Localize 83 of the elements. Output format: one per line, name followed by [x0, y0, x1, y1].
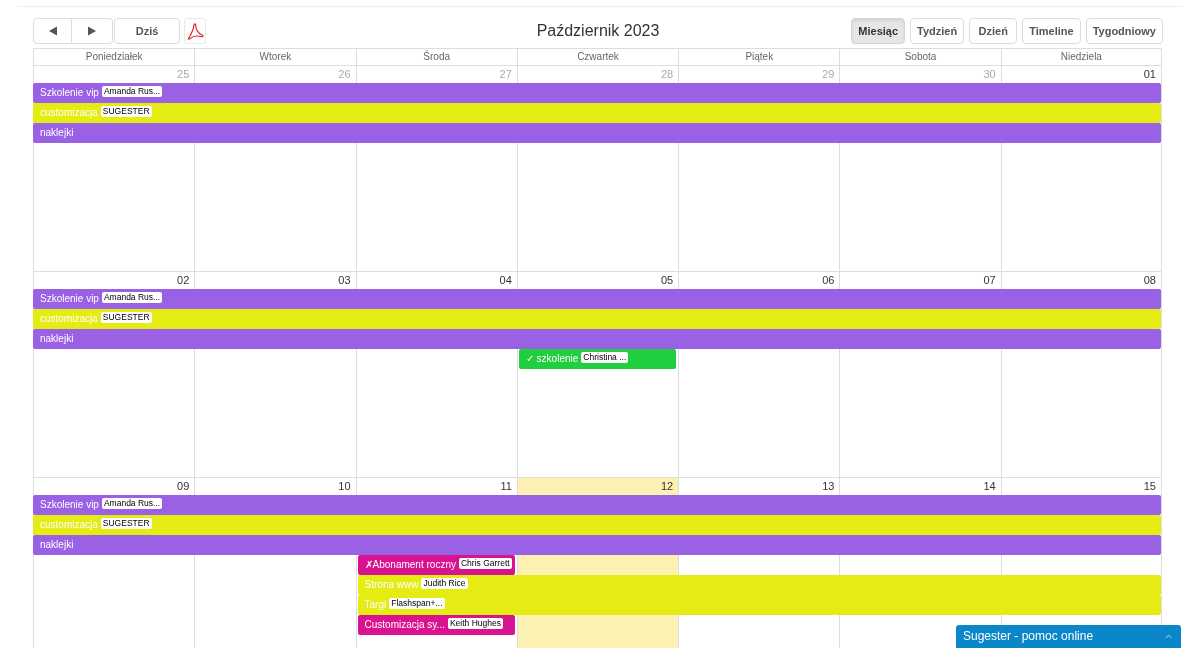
event-tag: SUGESTER — [100, 312, 152, 323]
event-bar[interactable]: customizacja SUGESTER — [33, 309, 1161, 329]
event-title: naklejki — [40, 126, 74, 139]
event-title: Szkolenie vip — [40, 292, 99, 305]
event-bar[interactable]: Strona www Judith Rice — [357, 575, 1161, 595]
weekday-header: Piątek — [745, 50, 774, 64]
weekday-header: Środa — [423, 49, 451, 64]
event-title: customizacja — [40, 106, 98, 119]
day-number: 14 — [983, 479, 996, 494]
event-bar[interactable]: Targi Flashspan+... — [357, 595, 1161, 615]
day-number: 25 — [177, 67, 190, 82]
event-bar[interactable]: Szkolenie vip Amanda Rus... — [33, 289, 1161, 309]
day-number: 27 — [499, 67, 512, 82]
event-title: naklejki — [40, 332, 74, 345]
view-tab[interactable]: Tydzień — [910, 18, 965, 44]
event-bar[interactable]: naklejki — [33, 329, 1161, 349]
previous-button[interactable] — [33, 18, 72, 44]
weekday-header: Czwartek — [577, 50, 619, 64]
event-tag: Christina ... — [581, 352, 629, 363]
day-number: 04 — [499, 273, 512, 288]
event-tag: Amanda Rus... — [101, 86, 163, 97]
event-title: ✗Abonament roczny — [364, 558, 456, 571]
weekday-header: Niedziela — [1060, 50, 1102, 64]
event-title: ✓ szkolenie — [525, 352, 579, 365]
day-number: 30 — [983, 67, 996, 82]
day-number: 08 — [1143, 273, 1156, 288]
event-tag: Judith Rice — [421, 578, 468, 589]
weekday-header: Sobota — [904, 50, 937, 64]
weekday-header: Wtorek — [259, 50, 292, 64]
chevron-up-icon — [1165, 634, 1172, 639]
event-tag: SUGESTER — [100, 106, 152, 117]
view-tab[interactable]: Miesiąc — [851, 18, 906, 44]
event-title: Szkolenie vip — [40, 86, 99, 99]
event-bar[interactable]: customizacja SUGESTER — [33, 103, 1161, 123]
day-number: 06 — [822, 273, 835, 288]
day-number: 15 — [1143, 479, 1156, 494]
day-number: 07 — [983, 273, 996, 288]
event-tag: SUGESTER — [100, 518, 152, 529]
event-bar[interactable]: customizacja SUGESTER — [33, 515, 1161, 535]
day-number: 09 — [177, 479, 190, 494]
event-title: Customizacja sy... — [364, 618, 445, 631]
day-number: 03 — [338, 273, 351, 288]
day-number: 13 — [822, 479, 835, 494]
event-title: Strona www — [364, 578, 419, 591]
event-title: naklejki — [40, 538, 74, 551]
day-number: 10 — [338, 479, 351, 494]
right-triangle-icon — [87, 26, 97, 36]
view-tab[interactable]: Dzień — [969, 18, 1018, 44]
event-title: customizacja — [40, 518, 98, 531]
event-title: customizacja — [40, 312, 98, 325]
event-bar[interactable]: Customizacja sy... Keith Hughes — [357, 615, 515, 635]
day-number: 28 — [660, 67, 674, 82]
event-tag: Keith Hughes — [447, 618, 503, 629]
day-number: 12 — [660, 479, 674, 494]
event-bar[interactable]: naklejki — [33, 535, 1161, 555]
view-tab[interactable]: Timeline — [1022, 18, 1081, 44]
next-button[interactable] — [72, 18, 113, 44]
event-bar[interactable]: ✗Abonament roczny Chris Garrett — [357, 555, 515, 575]
today-button[interactable]: Dziś — [114, 18, 180, 44]
day-number: 02 — [177, 273, 190, 288]
event-bar[interactable]: naklejki — [33, 123, 1161, 143]
left-triangle-icon — [47, 26, 58, 36]
day-number: 26 — [338, 67, 351, 82]
day-number: 29 — [822, 67, 835, 82]
event-title: Targi — [364, 598, 387, 611]
calendar-title: Październik 2023 — [536, 21, 660, 41]
help-chat-label: Sugester - pomoc online — [963, 629, 1094, 644]
pdf-button[interactable] — [184, 18, 206, 44]
day-number: 01 — [1143, 67, 1156, 82]
day-number: 05 — [660, 273, 674, 288]
view-tab[interactable]: Tygodniowy — [1085, 18, 1163, 44]
day-number: 11 — [500, 479, 512, 494]
event-tag: Amanda Rus... — [101, 498, 163, 509]
pdf-icon — [186, 22, 204, 40]
event-tag: Amanda Rus... — [101, 292, 163, 303]
help-chat-bar[interactable]: Sugester - pomoc online — [956, 625, 1181, 648]
event-bar[interactable]: ✓ szkolenie Christina ... — [518, 349, 677, 369]
event-bar[interactable]: Szkolenie vip Amanda Rus... — [33, 83, 1161, 103]
event-bar[interactable]: Szkolenie vip Amanda Rus... — [33, 495, 1161, 515]
event-title: Szkolenie vip — [40, 498, 99, 511]
event-tag: Chris Garrett — [458, 558, 512, 569]
weekday-header: Poniedziałek — [85, 50, 143, 64]
event-tag: Flashspan+... — [389, 598, 445, 609]
